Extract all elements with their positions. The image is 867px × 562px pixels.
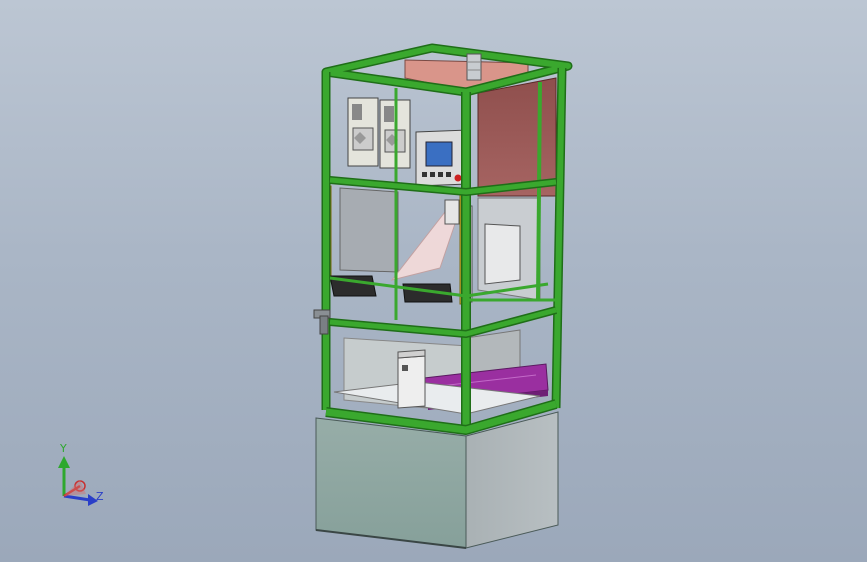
side-handle[interactable] [313, 309, 331, 335]
triad-y-label: Y [60, 442, 67, 455]
hmi-screen [425, 141, 453, 167]
junction-box[interactable] [397, 349, 426, 409]
hmi-panel[interactable] [415, 129, 469, 187]
scanner-head [444, 199, 460, 225]
axis-triad-icon [58, 456, 98, 506]
model-canvas[interactable] [0, 0, 867, 562]
servo-drive-left[interactable] [347, 97, 379, 167]
emergency-stop-button [454, 174, 462, 182]
base-cabinet[interactable] [315, 411, 559, 549]
stack-light[interactable] [466, 53, 482, 81]
3d-viewport[interactable]: Y Z [0, 0, 867, 562]
triad-z-label: Z [96, 490, 104, 503]
